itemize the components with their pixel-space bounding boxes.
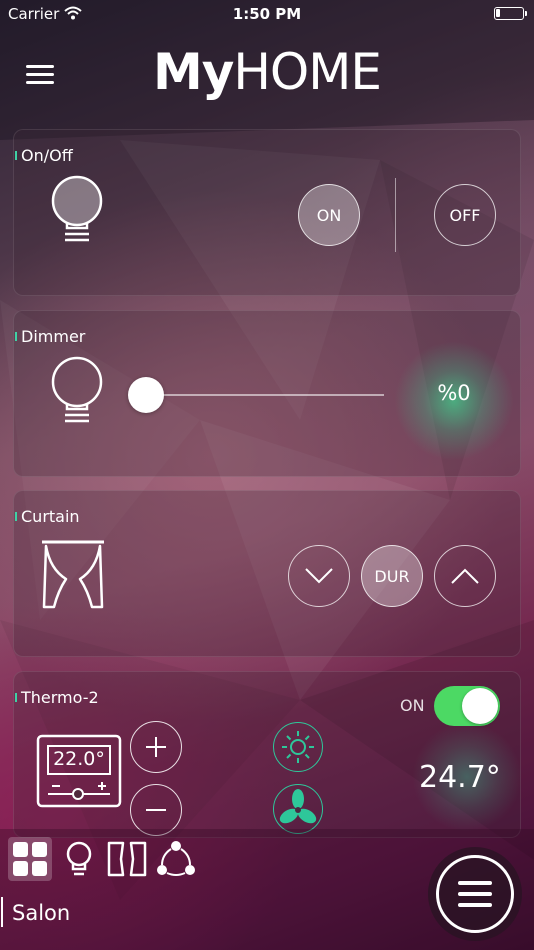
bottom-bar: Salon [0,829,534,950]
status-bar: Carrier 1:50 PM [0,0,534,28]
card-title: Dimmer [14,327,86,346]
dimmer-slider-track[interactable] [144,394,384,396]
bulb-icon [66,841,92,876]
plus-icon [146,737,166,757]
card-thermo: Thermo-2 ON 22.0° 24.7° [13,671,522,838]
main-menu-button[interactable] [428,847,522,941]
toggle-label: ON [400,696,425,715]
dimmer-value: %0 [437,381,471,405]
card-title: Thermo-2 [15,688,99,707]
bulb-off-icon [51,356,103,423]
card-title: Curtain [15,507,80,526]
thermo-setpoint: 22.0° [53,748,105,770]
card-curtain: Curtain DUR [13,490,521,657]
logo-light: HOME [233,43,382,101]
bulb-on-icon [51,175,103,242]
tab-lights[interactable] [57,837,101,881]
thermostat-icon: 22.0° [36,734,122,808]
thermo-toggle[interactable] [434,686,500,726]
curtain-up-button[interactable] [434,545,496,607]
logo-bold: My [152,43,234,101]
tab-grid[interactable] [8,837,52,881]
chevron-down-icon [305,568,333,584]
fan-mode-button[interactable] [273,784,323,834]
scenario-icon [157,841,195,876]
room-indicator [1,897,3,927]
app-logo: MyHOME [0,43,534,101]
fan-icon [279,789,317,824]
tab-scenarios[interactable] [154,837,198,881]
sun-icon [282,731,314,763]
current-temperature: 24.7° [419,760,501,795]
curtain-down-button[interactable] [288,545,350,607]
tab-curtains[interactable] [105,837,149,881]
card-title: On/Off [15,146,73,165]
menu-icon [436,855,514,933]
off-button[interactable]: OFF [434,184,496,246]
battery-icon [494,7,527,20]
clock: 1:50 PM [232,5,302,23]
dimmer-slider-thumb[interactable] [128,377,164,413]
card-onoff: On/Off ON OFF [13,129,521,296]
plus-button[interactable] [130,721,182,773]
card-dimmer: Dimmer %0 [13,310,521,477]
divider [395,178,396,252]
curtain-stop-button[interactable]: DUR [361,545,423,607]
grid-icon [13,842,47,876]
chevron-up-icon [451,568,479,584]
heating-mode-button[interactable] [273,722,323,772]
curtain-icon [107,841,147,877]
room-name: Salon [12,901,71,925]
on-button[interactable]: ON [298,184,360,246]
curtain-icon [42,540,104,609]
